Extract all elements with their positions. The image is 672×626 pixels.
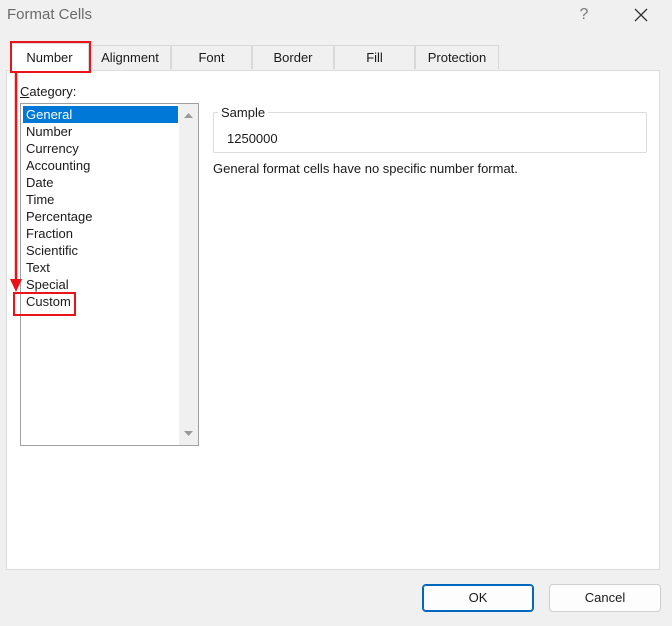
annotation-arrow [10, 73, 22, 292]
